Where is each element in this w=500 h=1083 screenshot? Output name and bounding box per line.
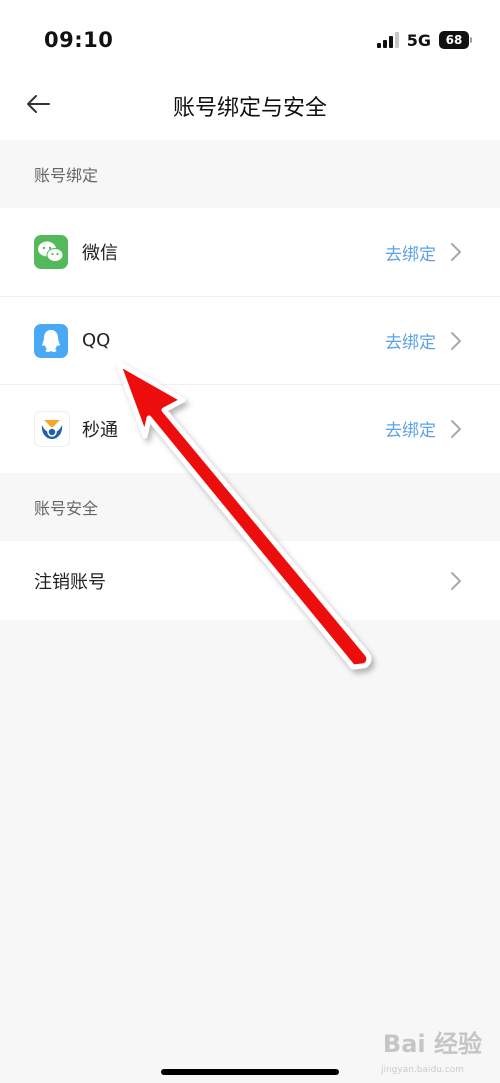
section-header-account-security: 账号安全 (0, 473, 500, 541)
page-title: 账号绑定与安全 (172, 96, 327, 121)
signal-icon (376, 32, 399, 48)
chevron-right-icon (451, 243, 461, 261)
network-label: 5G (406, 30, 431, 50)
battery-icon: 68 (439, 31, 472, 49)
binding-row-miaotong[interactable]: 秒通 去绑定 (0, 384, 500, 472)
bind-link[interactable]: 去绑定 (385, 328, 436, 353)
binding-name: 秒通 (82, 419, 118, 441)
binding-name: QQ (82, 330, 111, 351)
status-indicators: 5G 68 (376, 28, 472, 52)
watermark-url: jingyan.baidu.com (380, 1065, 464, 1075)
wechat-icon (34, 235, 68, 269)
binding-row-wechat[interactable]: 微信 去绑定 (0, 208, 500, 296)
status-time: 09:10 (44, 28, 114, 52)
binding-name: 微信 (82, 243, 118, 264)
bind-link[interactable]: 去绑定 (385, 416, 436, 441)
navigation-bar: 账号绑定与安全 (0, 72, 500, 140)
qq-icon (34, 323, 68, 358)
chevron-right-icon (451, 419, 461, 438)
battery-level: 68 (439, 31, 469, 49)
chevron-right-icon (451, 331, 461, 350)
binding-row-qq[interactable]: QQ 去绑定 (0, 296, 500, 384)
section-header-account-binding: 账号绑定 (0, 140, 500, 208)
baidu-watermark: Bai 经验 (383, 1024, 482, 1059)
bind-link[interactable]: 去绑定 (385, 240, 436, 265)
deactivate-account-row[interactable]: 注销账号 (0, 541, 500, 620)
chevron-right-icon (451, 571, 461, 590)
watermark-brand: Bai 经验 (382, 1030, 482, 1058)
miaotong-icon (34, 410, 70, 447)
account-binding-list: 微信 去绑定 QQ 去绑定 秒通 去绑定 (0, 208, 500, 473)
account-security-list: 注销账号 (0, 541, 500, 620)
home-indicator[interactable] (161, 1069, 339, 1075)
deactivate-account-label: 注销账号 (34, 571, 106, 593)
status-bar: 09:10 5G 68 (0, 0, 500, 72)
